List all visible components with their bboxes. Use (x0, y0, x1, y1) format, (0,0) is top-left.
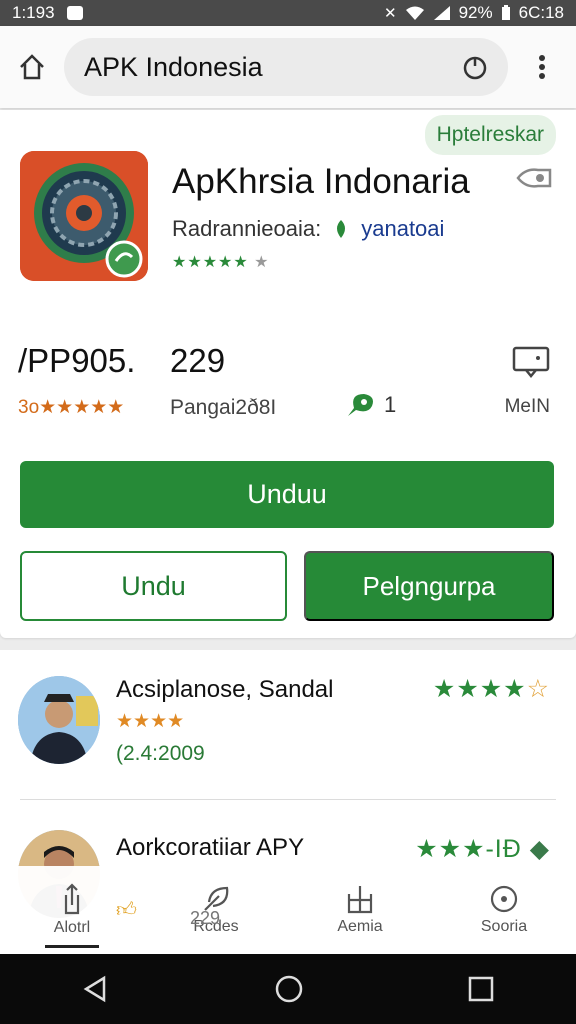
home-button[interactable] (0, 53, 64, 81)
stat-count-label: Pangai2ð8I (170, 396, 277, 419)
share-icon (64, 883, 80, 915)
developer-line: Radrannieoaia: yanatoai (172, 216, 444, 242)
home-nav-icon[interactable] (274, 974, 304, 1004)
circle-icon (490, 885, 518, 913)
stat-comments: 1 (344, 390, 396, 420)
app-icon (20, 151, 148, 281)
review-divider (20, 799, 556, 800)
url-text[interactable]: APK Indonesia (84, 52, 462, 83)
mute-icon: ✕ (384, 5, 397, 22)
notification-icon (66, 6, 83, 20)
status-clock-right: 6C:18 (518, 3, 564, 22)
category-tag[interactable]: Hptelreskar (424, 115, 556, 155)
app-title: ApKhrsia Indonaria (172, 162, 470, 201)
app-detail-card: Hptelreskar ApKhrsia Indonaria Radrannie… (0, 110, 576, 638)
battery-percent: 92% (458, 3, 493, 22)
share-arrow-icon: ◆ (529, 835, 550, 863)
signal-icon (433, 6, 450, 20)
download-outline-button[interactable]: Undu (20, 551, 287, 621)
bottom-navigation: Alotrl Rcdes Aemia Sooria (0, 866, 576, 954)
recents-icon[interactable] (468, 976, 494, 1002)
wifi-icon (405, 6, 424, 20)
home-icon (20, 54, 44, 80)
message-icon[interactable] (512, 346, 550, 383)
refresh-icon[interactable] (462, 54, 488, 80)
secondary-action-button[interactable]: Pelgngurpa (304, 551, 554, 621)
nav-item-sooria[interactable]: Sooria (432, 866, 576, 954)
stat-size-value: /PP905. (18, 342, 136, 379)
grid-icon (347, 886, 373, 914)
review-date: (2.4:2009 (116, 742, 205, 765)
address-bar[interactable]: APK Indonesia (64, 38, 508, 96)
overlay-thumb-icon: 👍︎ (116, 899, 137, 921)
review-rating-stars: ★★★-IĐ ◆ (415, 835, 550, 863)
stat-count-value: 229 (170, 342, 226, 379)
status-bar: 1:193 ✕ 92% 6C:18 (0, 0, 576, 26)
system-navigation-bar (0, 954, 576, 1024)
leaf-icon (337, 220, 346, 238)
nav-item-aemia[interactable]: Aemia (288, 866, 432, 954)
download-button[interactable]: Unduu (20, 461, 554, 528)
overlay-count: 229 (190, 908, 221, 928)
app-rating-stars: ★★★★★ ★ (172, 254, 270, 271)
browser-toolbar: APK Indonesia (0, 26, 576, 108)
back-icon[interactable] (82, 975, 110, 1003)
review-sub-stars: ★★★★ (116, 711, 185, 732)
review-rating-stars: ★★★★☆ (432, 675, 550, 703)
stat-menu-label: MeIN (504, 396, 550, 417)
developer-name[interactable]: yanatoai (361, 216, 444, 242)
reviewer-name: Acsiplanose, Sandal (116, 676, 334, 703)
more-vert-icon (539, 55, 545, 79)
avatar (18, 676, 100, 764)
status-time: 1:193 (12, 3, 55, 22)
battery-icon (501, 5, 510, 20)
overflow-menu-button[interactable] (508, 54, 576, 80)
stat-rating-stars: 3o★★★★★ (18, 397, 125, 418)
reviewer-name: Aorkcoratiiar APY (116, 834, 305, 861)
cast-icon[interactable] (516, 166, 552, 195)
developer-label: Radrannieoaia: (172, 216, 322, 241)
chat-bubble-icon (348, 394, 373, 416)
